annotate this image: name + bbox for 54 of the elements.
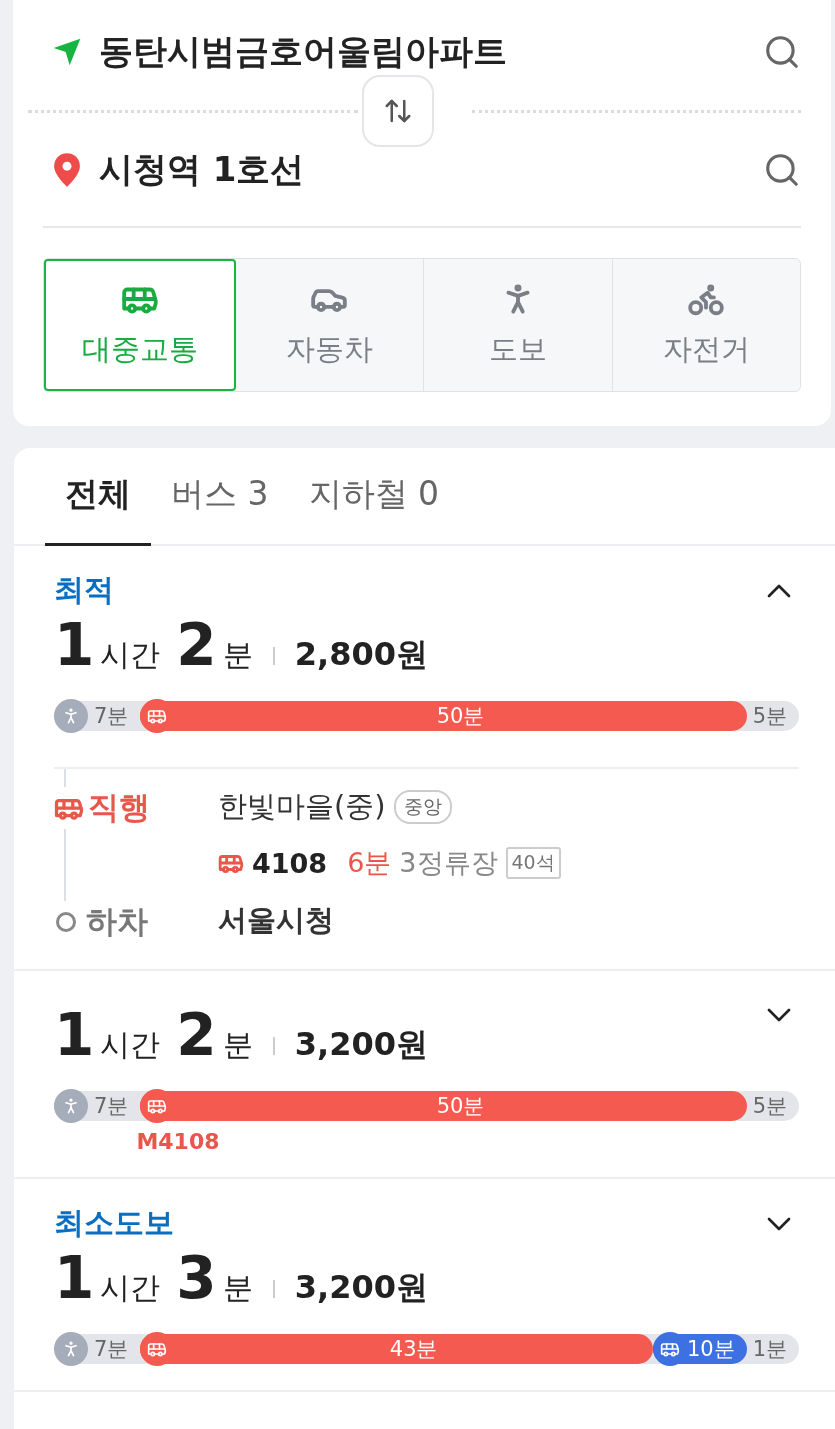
swap-button[interactable] [361,75,434,147]
duration-hours: 1 [54,611,95,679]
wait-time: 6분 [347,846,392,880]
duration-hours: 1 [54,1001,95,1069]
minutes-unit: 분 [222,1026,253,1064]
step-label: 직행 [88,788,150,827]
search-icon[interactable] [763,151,801,189]
walk-icon [54,699,88,733]
hours-unit: 시간 [100,1269,161,1307]
filter-tab[interactable]: 버스 3 [151,448,289,546]
filter-tab[interactable]: 전체 [45,448,151,546]
mode-tab[interactable]: 도보 [424,259,613,391]
hours-unit: 시간 [100,636,161,674]
location-pin-icon [51,152,83,188]
segment-duration: 7분 [94,703,129,730]
segment-duration: 50분 [435,1093,486,1120]
segment-duration: 43분 [388,1336,439,1363]
walk-icon [54,1089,88,1123]
bus-number: M4108 [136,1129,220,1154]
mode-tab[interactable]: 자전거 [612,259,800,391]
fare: 2,800원 [294,634,428,675]
segment-duration: 10분 [686,1336,735,1363]
segment-duration: 7분 [94,1093,129,1120]
stop-marker-icon [56,912,76,932]
fare: 3,200원 [294,1024,428,1065]
mode-tab[interactable]: 자동차 [235,259,424,391]
filter-tab[interactable]: 지하철 0 [288,448,459,546]
segment-duration: 50분 [435,703,486,730]
duration-hours: 1 [54,1244,95,1312]
stop-name: 한빛마을(중) [218,788,386,825]
duration-minutes: 2 [176,611,217,679]
stop-badge: 중앙 [393,790,452,824]
hours-unit: 시간 [100,1026,161,1064]
minutes-unit: 분 [222,1269,253,1307]
duration-minutes: 3 [176,1244,217,1312]
segment-duration: 1분 [752,1336,787,1363]
minutes-unit: 분 [222,636,253,674]
search-icon[interactable] [763,33,801,71]
route-tag: 최소도보 [54,1203,174,1244]
mode-tab[interactable]: 대중교통 [44,259,236,391]
fare: 3,200원 [294,1267,428,1308]
seat-count: 40석 [505,847,561,879]
segment-duration: 7분 [94,1336,129,1363]
duration-minutes: 2 [176,1001,217,1069]
segment-duration: 5분 [752,703,787,730]
destination-field[interactable]: 시청역 1호선 [99,147,747,193]
route-tag: 최적 [54,570,114,611]
origin-field[interactable]: 동탄시범금호어울림아파트 [99,29,747,75]
segment-duration: 5분 [752,1093,787,1120]
step-label: 하차 [86,902,148,941]
walk-icon [54,1332,88,1366]
bus-number: 4108 [252,847,328,879]
stop-count: 3정류장 [399,846,498,880]
stop-name: 서울시청 [218,902,334,939]
